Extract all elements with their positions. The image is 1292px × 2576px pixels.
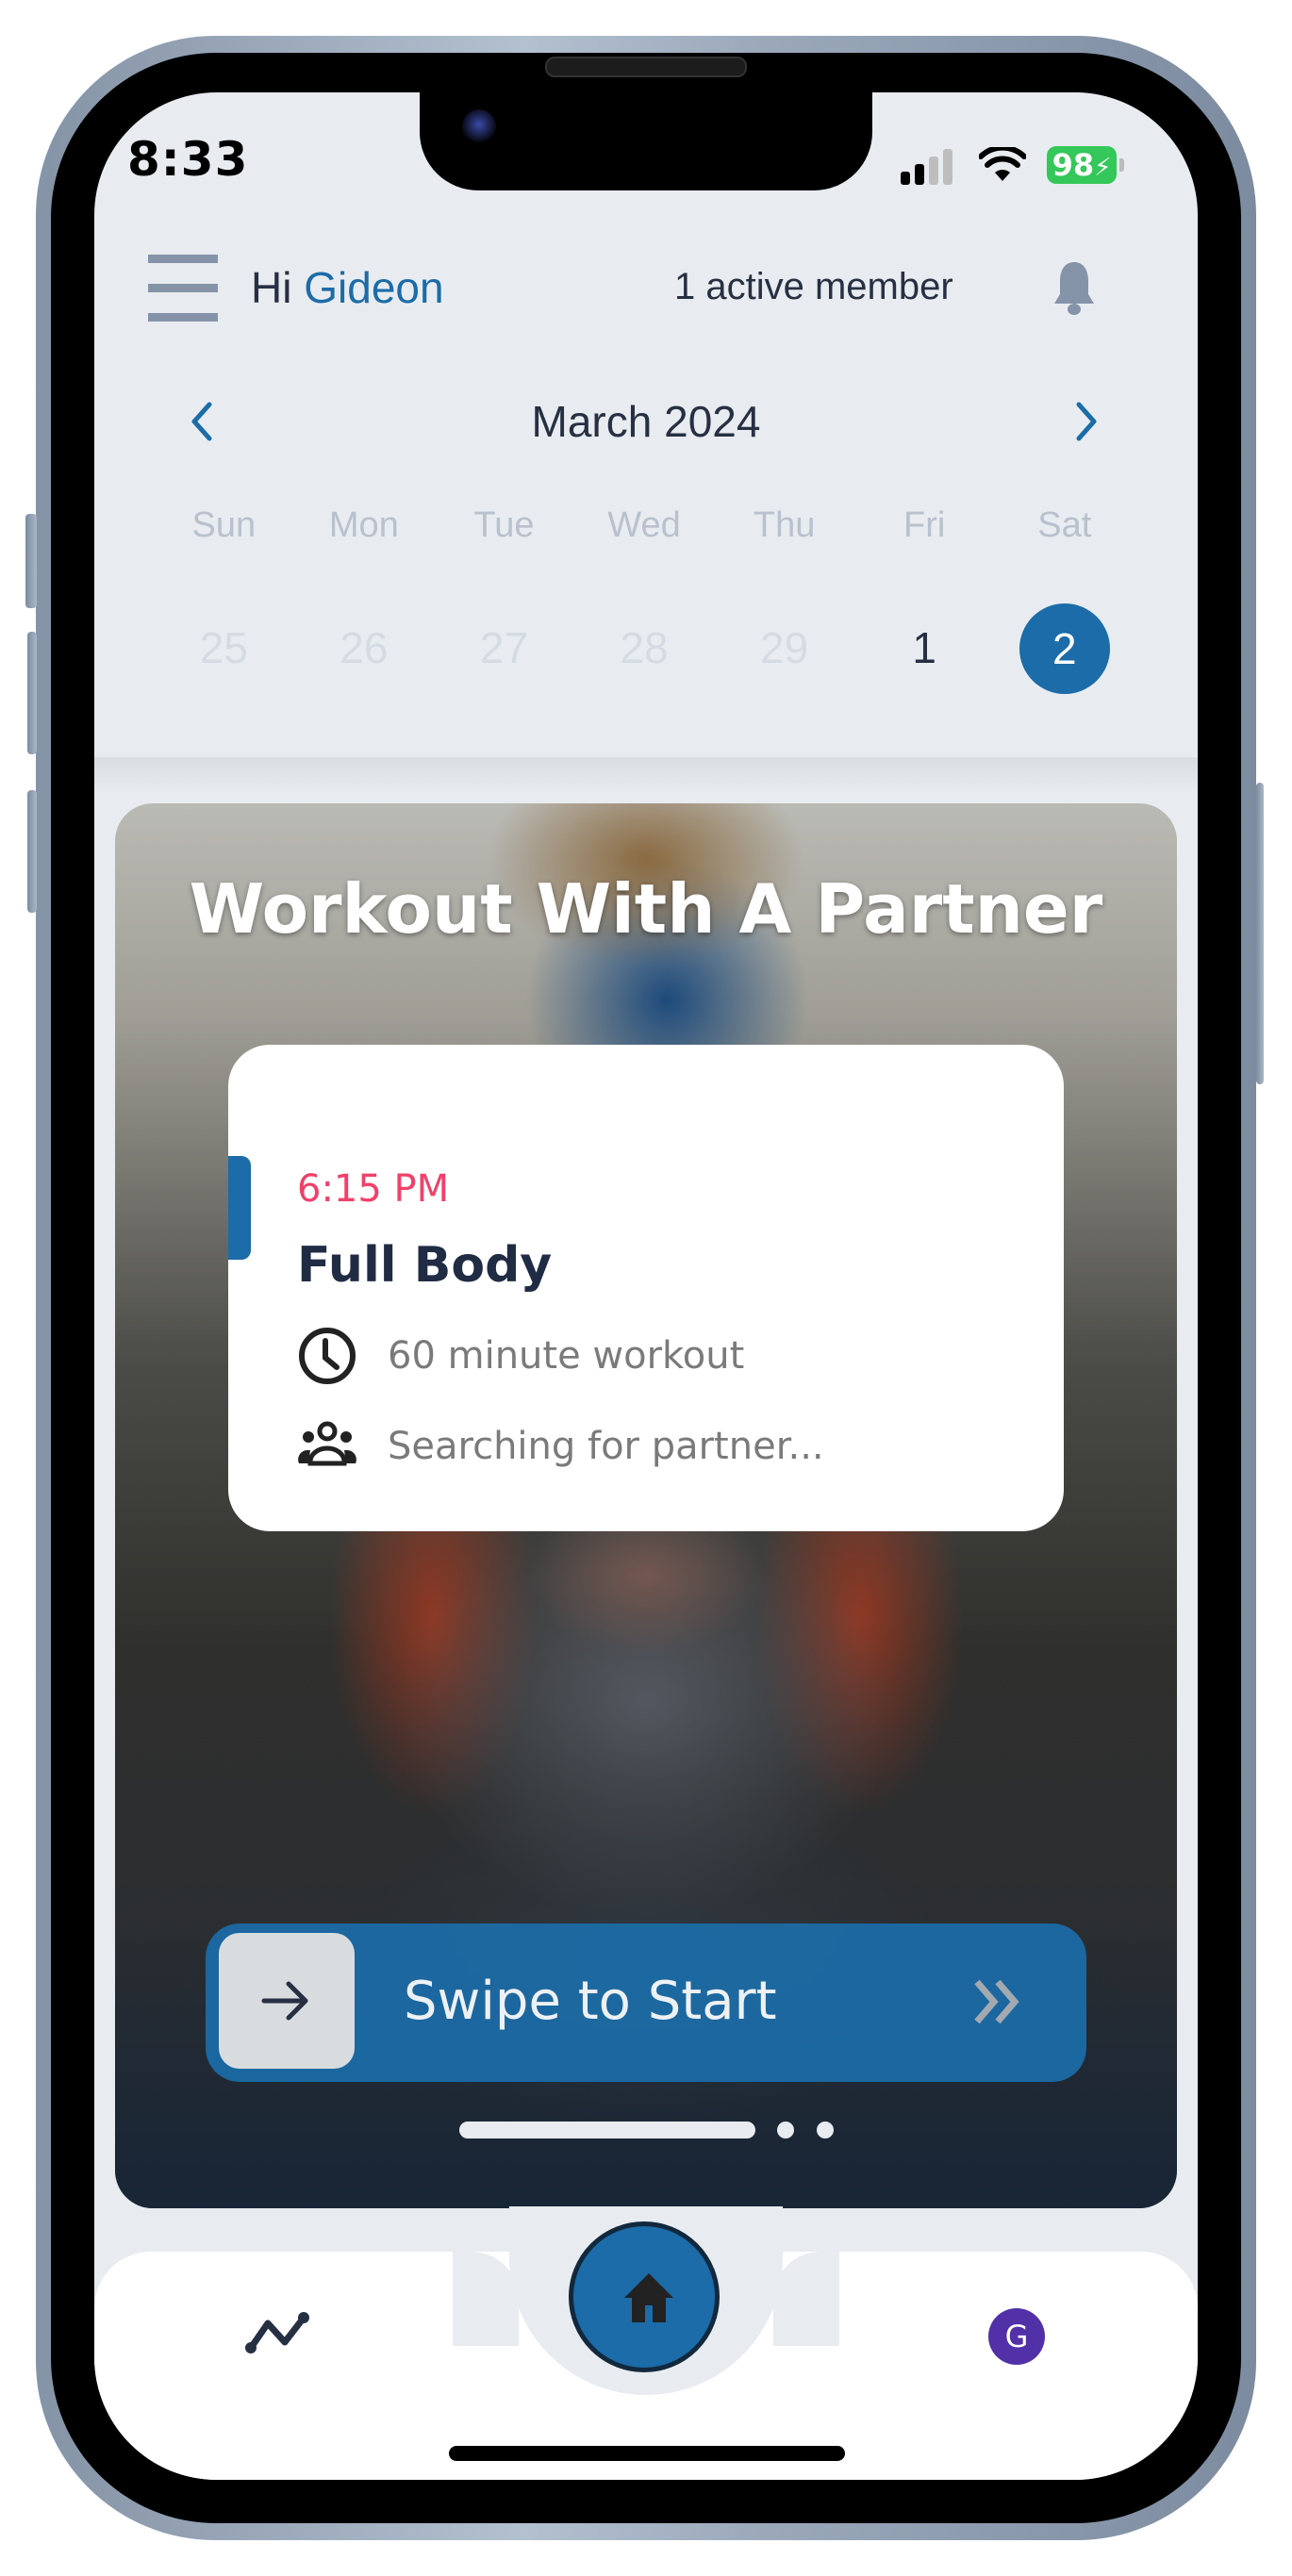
pager-dot[interactable] [817, 2122, 834, 2138]
profile-avatar[interactable]: G [988, 2308, 1045, 2365]
volume-up-button [27, 632, 37, 754]
weekday-label: Sun [191, 505, 257, 545]
workout-duration-row: 60 minute workout [297, 1326, 744, 1386]
header-divider [94, 757, 1198, 795]
charging-icon: ⚡ [1094, 154, 1112, 182]
battery-indicator: 98⚡ [1047, 146, 1117, 184]
weekday-label: Tue [473, 505, 535, 545]
calendar-days: 25 26 27 28 29 1 2 [154, 603, 1135, 692]
battery-tip [1119, 158, 1124, 172]
hamburger-menu-icon[interactable] [148, 255, 218, 322]
power-button [1256, 783, 1264, 1084]
calendar-day[interactable]: 25 [154, 603, 294, 692]
calendar-day-selected[interactable]: 2 [994, 603, 1135, 692]
calendar-day[interactable]: 26 [294, 603, 435, 692]
calendar-weekdays: Sun Mon Tue Wed Thu Fri Sat [154, 505, 1135, 546]
greeting: Hi Gideon [251, 262, 444, 313]
calendar-day[interactable]: 1 [854, 603, 995, 692]
home-indicator[interactable] [449, 2446, 845, 2461]
hero-title: Workout With A Partner [189, 869, 1103, 949]
user-name: Gideon [304, 263, 444, 312]
weekday-label: Sat [1037, 505, 1092, 545]
partner-status-row: Searching for partner... [297, 1416, 824, 1477]
calendar-day[interactable]: 29 [714, 603, 854, 692]
workout-time: 6:15 PM [297, 1167, 450, 1211]
wifi-icon [979, 147, 1026, 181]
pager-dot-active[interactable] [459, 2122, 755, 2138]
bell-icon[interactable] [1052, 260, 1096, 317]
double-chevron-right-icon [974, 1979, 1019, 2024]
silent-switch [25, 514, 37, 608]
volume-down-button [27, 790, 37, 913]
trend-line-icon[interactable] [243, 2310, 311, 2357]
active-members-label[interactable]: 1 active member [674, 266, 953, 308]
earpiece-speaker [545, 57, 747, 77]
weekday-label: Mon [328, 505, 399, 545]
front-camera [462, 109, 496, 143]
chevron-right-icon[interactable] [1073, 401, 1102, 442]
status-time: 8:33 [127, 132, 249, 187]
swipe-handle[interactable] [219, 1933, 355, 2069]
workout-duration: 60 minute workout [388, 1334, 745, 1378]
pager-dot[interactable] [777, 2122, 794, 2138]
arrow-right-icon [261, 1981, 308, 2021]
group-icon [298, 1421, 356, 1466]
calendar-day[interactable]: 28 [574, 603, 715, 692]
battery-level: 98 [1052, 147, 1095, 183]
notch [420, 92, 872, 190]
cellular-signal-icon [901, 149, 955, 185]
weekday-label: Thu [753, 505, 816, 545]
home-button[interactable] [569, 2221, 720, 2372]
home-icon [624, 2273, 673, 2322]
weekday-label: Fri [903, 505, 946, 545]
calendar-day[interactable]: 27 [434, 603, 574, 692]
workout-accent-bar [228, 1156, 251, 1260]
clock-icon [299, 1328, 356, 1384]
partner-status: Searching for partner... [388, 1425, 824, 1468]
weekday-label: Wed [607, 505, 681, 545]
workout-name: Full Body [297, 1237, 553, 1294]
greeting-prefix: Hi [251, 263, 292, 312]
swipe-label: Swipe to Start [404, 1971, 777, 2032]
